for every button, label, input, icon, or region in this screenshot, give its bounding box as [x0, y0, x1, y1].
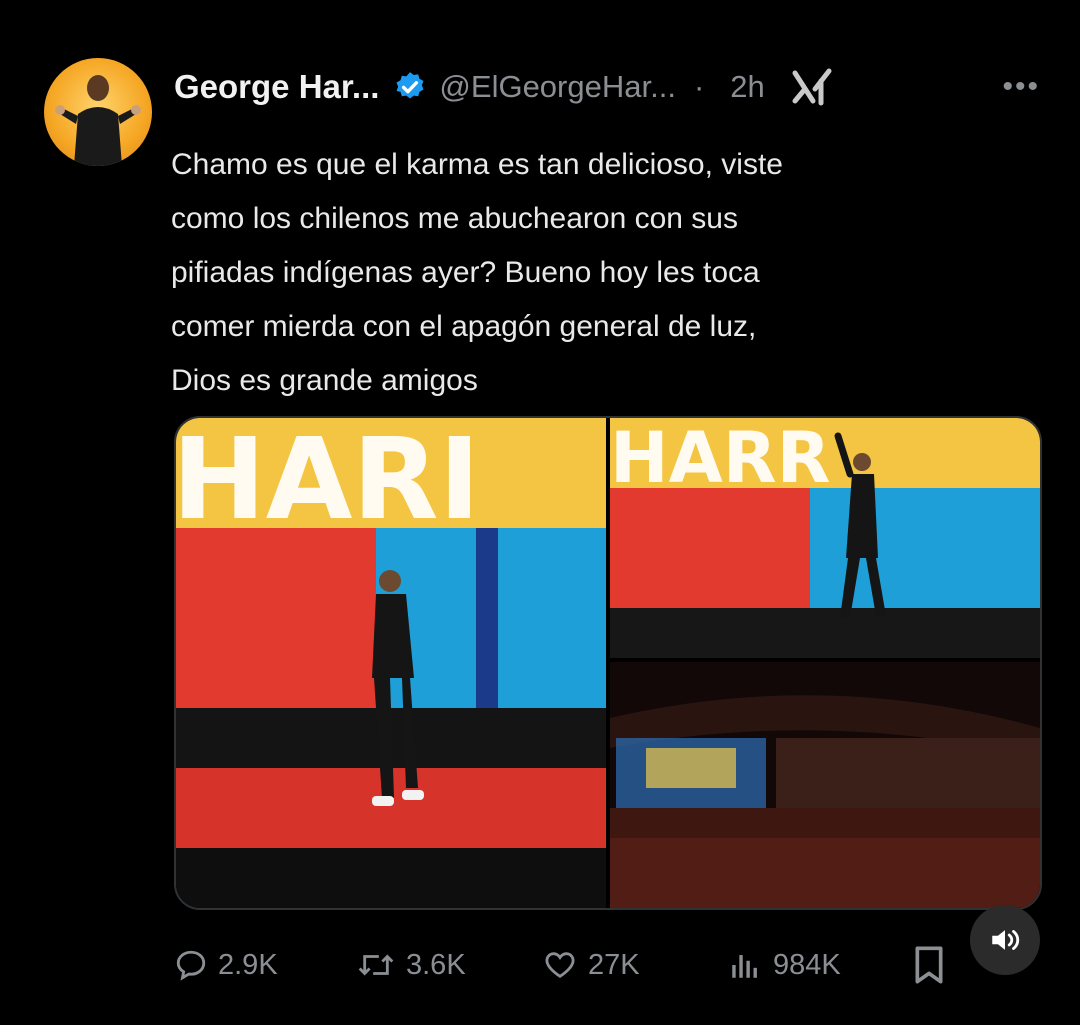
bookmark-button[interactable]: [912, 945, 956, 985]
author-handle[interactable]: @ElGeorgeHar...: [439, 69, 676, 105]
views-count: 984K: [773, 948, 841, 981]
media-grid[interactable]: HARI HARR: [174, 416, 1042, 910]
tweet-header: George Har... @ElGeorgeHar... · 2h •••: [174, 62, 1040, 112]
reply-icon: [176, 950, 206, 981]
speaker-icon: [992, 930, 1020, 950]
timestamp[interactable]: 2h: [730, 69, 764, 105]
author-name[interactable]: George Har...: [174, 68, 379, 106]
heart-icon: [545, 952, 575, 978]
banner-text-left: HARI: [176, 418, 480, 545]
views-button[interactable]: 984K: [727, 948, 841, 982]
separator-dot: ·: [693, 69, 705, 104]
retweet-count: 3.6K: [406, 948, 466, 981]
arena-crowd-photo[interactable]: [610, 662, 1040, 908]
like-button[interactable]: 27K: [542, 948, 640, 982]
action-bar: 2.9K 3.6K 27K 984K: [174, 940, 964, 990]
bookmark-icon: [915, 946, 943, 984]
views-chart-icon: [732, 955, 757, 978]
verified-badge-icon: [396, 72, 424, 99]
reply-count: 2.9K: [218, 948, 278, 981]
retweet-icon: [358, 954, 394, 976]
like-count: 27K: [588, 948, 640, 981]
reply-button[interactable]: 2.9K: [174, 948, 278, 982]
sound-toggle-button[interactable]: [970, 905, 1040, 975]
tweet-text: Chamo es que el karma es tan delicioso, …: [171, 148, 783, 397]
grok-icon[interactable]: [791, 67, 835, 107]
banner-text-right: HARR: [610, 418, 831, 499]
retweet-button[interactable]: 3.6K: [356, 948, 466, 982]
stage-photo-left[interactable]: HARI: [176, 418, 606, 908]
more-options-icon[interactable]: •••: [1002, 70, 1040, 104]
stage-photo-right-top[interactable]: HARR: [610, 418, 1040, 658]
author-avatar[interactable]: [44, 58, 152, 166]
avatar-photo: [55, 75, 141, 166]
